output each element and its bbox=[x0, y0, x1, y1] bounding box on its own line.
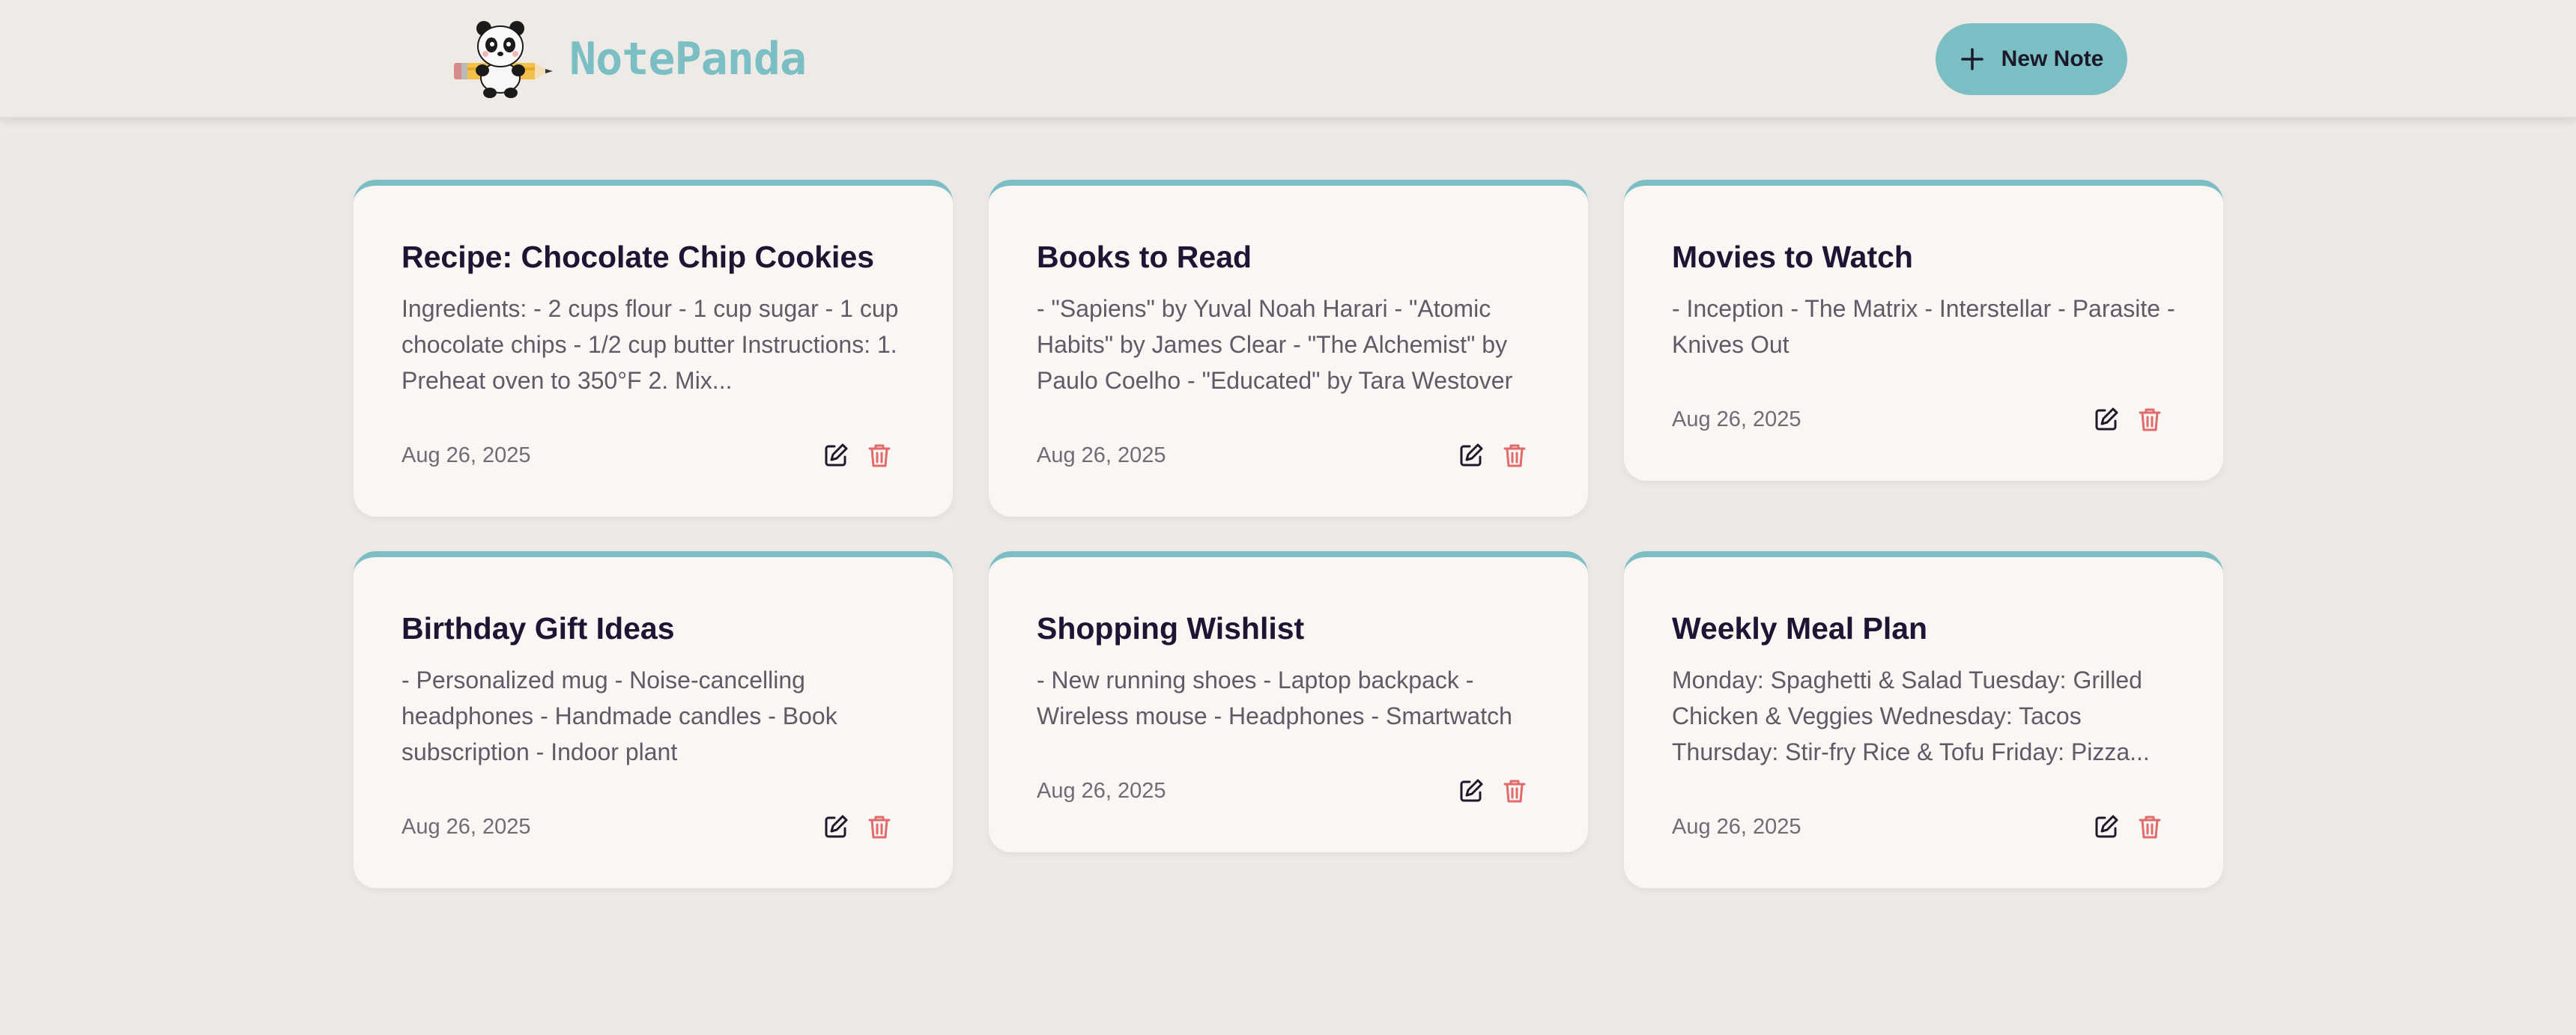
edit-button[interactable] bbox=[2093, 406, 2120, 433]
edit-button[interactable] bbox=[1458, 777, 1485, 804]
delete-button[interactable] bbox=[866, 813, 893, 840]
edit-button[interactable] bbox=[2093, 813, 2120, 840]
app-logo[interactable]: NotePanda bbox=[448, 19, 807, 99]
trash-icon bbox=[868, 444, 891, 467]
new-note-label: New Note bbox=[2001, 46, 2104, 71]
trash-icon bbox=[2139, 816, 2161, 839]
note-card[interactable]: Shopping Wishlist - New running shoes - … bbox=[989, 551, 1588, 852]
note-title: Shopping Wishlist bbox=[1037, 611, 1305, 646]
trash-icon bbox=[2139, 408, 2161, 431]
edit-button[interactable] bbox=[822, 813, 849, 840]
note-date: Aug 26, 2025 bbox=[401, 815, 531, 839]
note-title: Birthday Gift Ideas bbox=[401, 611, 675, 646]
delete-button[interactable] bbox=[2136, 406, 2163, 433]
trash-icon bbox=[868, 816, 891, 839]
panda-logo-icon bbox=[454, 21, 553, 98]
note-content: - "Sapiens" by Yuval Noah Harari - "Atom… bbox=[1037, 295, 1513, 394]
edit-icon bbox=[1460, 779, 1483, 802]
trash-icon bbox=[1503, 444, 1526, 467]
note-title: Recipe: Chocolate Chip Cookies bbox=[401, 240, 875, 274]
note-content: - New running shoes - Laptop backpack - … bbox=[1037, 667, 1512, 729]
note-content: Monday: Spaghetti & Salad Tuesday: Grill… bbox=[1672, 667, 2150, 765]
note-title: Weekly Meal Plan bbox=[1672, 611, 1928, 646]
edit-icon bbox=[825, 443, 848, 467]
edit-button[interactable] bbox=[1458, 442, 1485, 469]
app-header: NotePanda New Note bbox=[0, 0, 2576, 118]
note-date: Aug 26, 2025 bbox=[1037, 443, 1166, 467]
edit-icon bbox=[2095, 407, 2118, 431]
plus-icon bbox=[1960, 48, 1983, 70]
trash-icon bbox=[1503, 780, 1526, 803]
delete-button[interactable] bbox=[1501, 777, 1528, 804]
edit-button[interactable] bbox=[822, 442, 849, 469]
delete-button[interactable] bbox=[866, 442, 893, 469]
note-title: Books to Read bbox=[1037, 240, 1252, 274]
edit-icon bbox=[2095, 815, 2118, 838]
delete-button[interactable] bbox=[2136, 813, 2163, 840]
note-card[interactable]: Birthday Gift Ideas - Personalized mug -… bbox=[354, 551, 953, 888]
note-date: Aug 26, 2025 bbox=[1672, 815, 1801, 839]
note-content: Ingredients: - 2 cups flour - 1 cup suga… bbox=[401, 295, 899, 394]
note-date: Aug 26, 2025 bbox=[1672, 407, 1801, 431]
edit-icon bbox=[1460, 443, 1483, 467]
note-card[interactable]: Weekly Meal Plan Monday: Spaghetti & Sal… bbox=[1624, 551, 2223, 888]
app-title: NotePanda bbox=[569, 33, 807, 85]
note-date: Aug 26, 2025 bbox=[401, 443, 531, 467]
note-card[interactable]: Movies to Watch - Inception - The Matrix… bbox=[1624, 180, 2223, 481]
note-date: Aug 26, 2025 bbox=[1037, 779, 1166, 803]
note-title: Movies to Watch bbox=[1672, 240, 1913, 274]
note-card[interactable]: Recipe: Chocolate Chip Cookies Ingredien… bbox=[354, 180, 953, 517]
delete-button[interactable] bbox=[1501, 442, 1528, 469]
new-note-button[interactable]: New Note bbox=[1936, 23, 2127, 95]
note-content: - Personalized mug - Noise-cancelling he… bbox=[401, 667, 837, 765]
edit-icon bbox=[825, 815, 848, 838]
note-card[interactable]: Books to Read - "Sapiens" by Yuval Noah … bbox=[989, 180, 1588, 517]
note-content: - Inception - The Matrix - Interstellar … bbox=[1672, 295, 2175, 358]
